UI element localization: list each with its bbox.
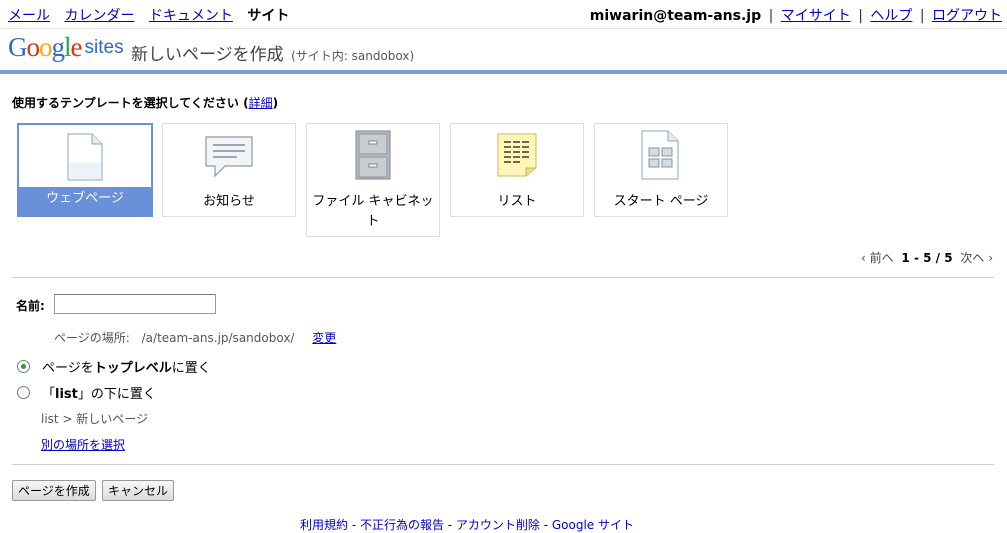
divider	[12, 464, 994, 465]
location-breadcrumb: list > 新しいページ	[41, 412, 149, 426]
sites-current: サイト	[247, 8, 290, 24]
template-label: ウェブページ	[46, 191, 124, 206]
template-label: お知らせ	[203, 194, 255, 209]
template-file-cabinet[interactable]: ファイル キャビネット	[306, 123, 440, 237]
logo-letter: o	[26, 32, 40, 62]
separator: |	[858, 8, 863, 24]
change-location-link[interactable]: 変更	[312, 331, 336, 345]
name-label: 名前:	[16, 299, 45, 313]
location-label: ページの場所:	[54, 331, 130, 345]
option-top-level[interactable]: ページをトップレベルに置く	[17, 357, 211, 376]
file-cabinet-icon	[355, 130, 391, 184]
mail-link[interactable]: メール	[8, 8, 50, 24]
web-page-icon	[65, 133, 105, 185]
divider	[12, 277, 994, 278]
location-path: /a/team-ans.jp/sandobox/	[141, 331, 295, 345]
page-header: Google sites 新しいページを作成 (サイト内: sandobox)	[0, 28, 1007, 71]
page-location: ページの場所: /a/team-ans.jp/sandobox/ 変更	[54, 329, 336, 346]
documents-link[interactable]: ドキュメント	[149, 8, 233, 24]
cancel-button[interactable]: キャンセル	[102, 480, 175, 501]
radio-under-list[interactable]	[17, 386, 30, 399]
option-under-bold: list	[55, 387, 78, 402]
separator: |	[919, 8, 925, 24]
help-link[interactable]: ヘルプ	[870, 8, 912, 24]
top-navigation: メール カレンダー ドキュメント サイト miwarin@team-ans.jp…	[0, 0, 1007, 28]
radio-top-level[interactable]	[17, 360, 30, 373]
choose-other-location-link[interactable]: 別の場所を選択	[41, 436, 125, 453]
site-context: (サイト内: sandobox)	[291, 49, 415, 63]
account-links: miwarin@team-ans.jp | マイサイト | ヘルプ | ログアウ…	[590, 5, 1002, 25]
page-range: 1 - 5 / 5	[901, 251, 953, 265]
google-sites-logo[interactable]: Google sites	[8, 32, 124, 66]
logo-letter: g	[51, 32, 65, 62]
template-label: リスト	[497, 194, 537, 209]
template-announcements[interactable]: お知らせ	[162, 123, 296, 217]
my-sites-link[interactable]: マイサイト	[781, 8, 851, 24]
separator: |	[768, 8, 774, 24]
user-email: miwarin@team-ans.jp	[589, 8, 762, 24]
start-page-icon	[640, 130, 682, 184]
template-list[interactable]: リスト	[450, 123, 584, 217]
option-top-bold: トップレベル	[93, 361, 172, 376]
template-prompt-text: 使用するテンプレートを選択してください	[12, 96, 239, 110]
template-label: ファイル キャビネット	[312, 194, 434, 229]
template-web-page[interactable]: ウェブページ	[17, 123, 153, 217]
next-page[interactable]: 次へ ›	[960, 251, 993, 265]
prev-page[interactable]: ‹ 前へ	[861, 251, 894, 265]
template-start-page[interactable]: スタート ページ	[594, 123, 728, 217]
product-links: メール カレンダー ドキュメント サイト	[8, 5, 289, 25]
logo-letter: G	[8, 32, 27, 62]
template-prompt: 使用するテンプレートを選択してください (詳細)	[12, 96, 279, 110]
logo-letter: o	[39, 32, 52, 62]
footer-links[interactable]: 利用規約 - 不正行為の報告 - アカウント削除 - Google サイト	[300, 516, 634, 533]
create-page-button[interactable]: ページを作成	[12, 480, 96, 501]
template-pager: ‹ 前へ 1 - 5 / 5 次へ ›	[861, 249, 993, 266]
page-name-input[interactable]	[54, 294, 216, 314]
announcement-icon	[203, 134, 255, 184]
page-title-text: 新しいページを作成	[131, 45, 284, 65]
list-icon	[496, 132, 538, 182]
option-under-suffix: 」の下に置く	[77, 387, 156, 402]
logout-link[interactable]: ログアウト	[932, 8, 1002, 24]
logo-letter: e	[70, 32, 83, 62]
option-top-prefix: ページを	[42, 361, 94, 376]
sites-logo-text: sites	[84, 37, 124, 58]
calendar-link[interactable]: カレンダー	[64, 8, 134, 24]
google-logo-text: Google	[8, 32, 82, 62]
option-under-list[interactable]: 「list」の下に置く	[17, 383, 156, 402]
option-top-suffix: に置く	[171, 361, 211, 376]
template-label: スタート ページ	[613, 194, 709, 209]
details-link[interactable]: 詳細	[249, 96, 273, 110]
header-divider	[0, 70, 1007, 74]
option-under-prefix: 「	[42, 387, 56, 402]
page-title: 新しいページを作成 (サイト内: sandobox)	[131, 40, 414, 65]
